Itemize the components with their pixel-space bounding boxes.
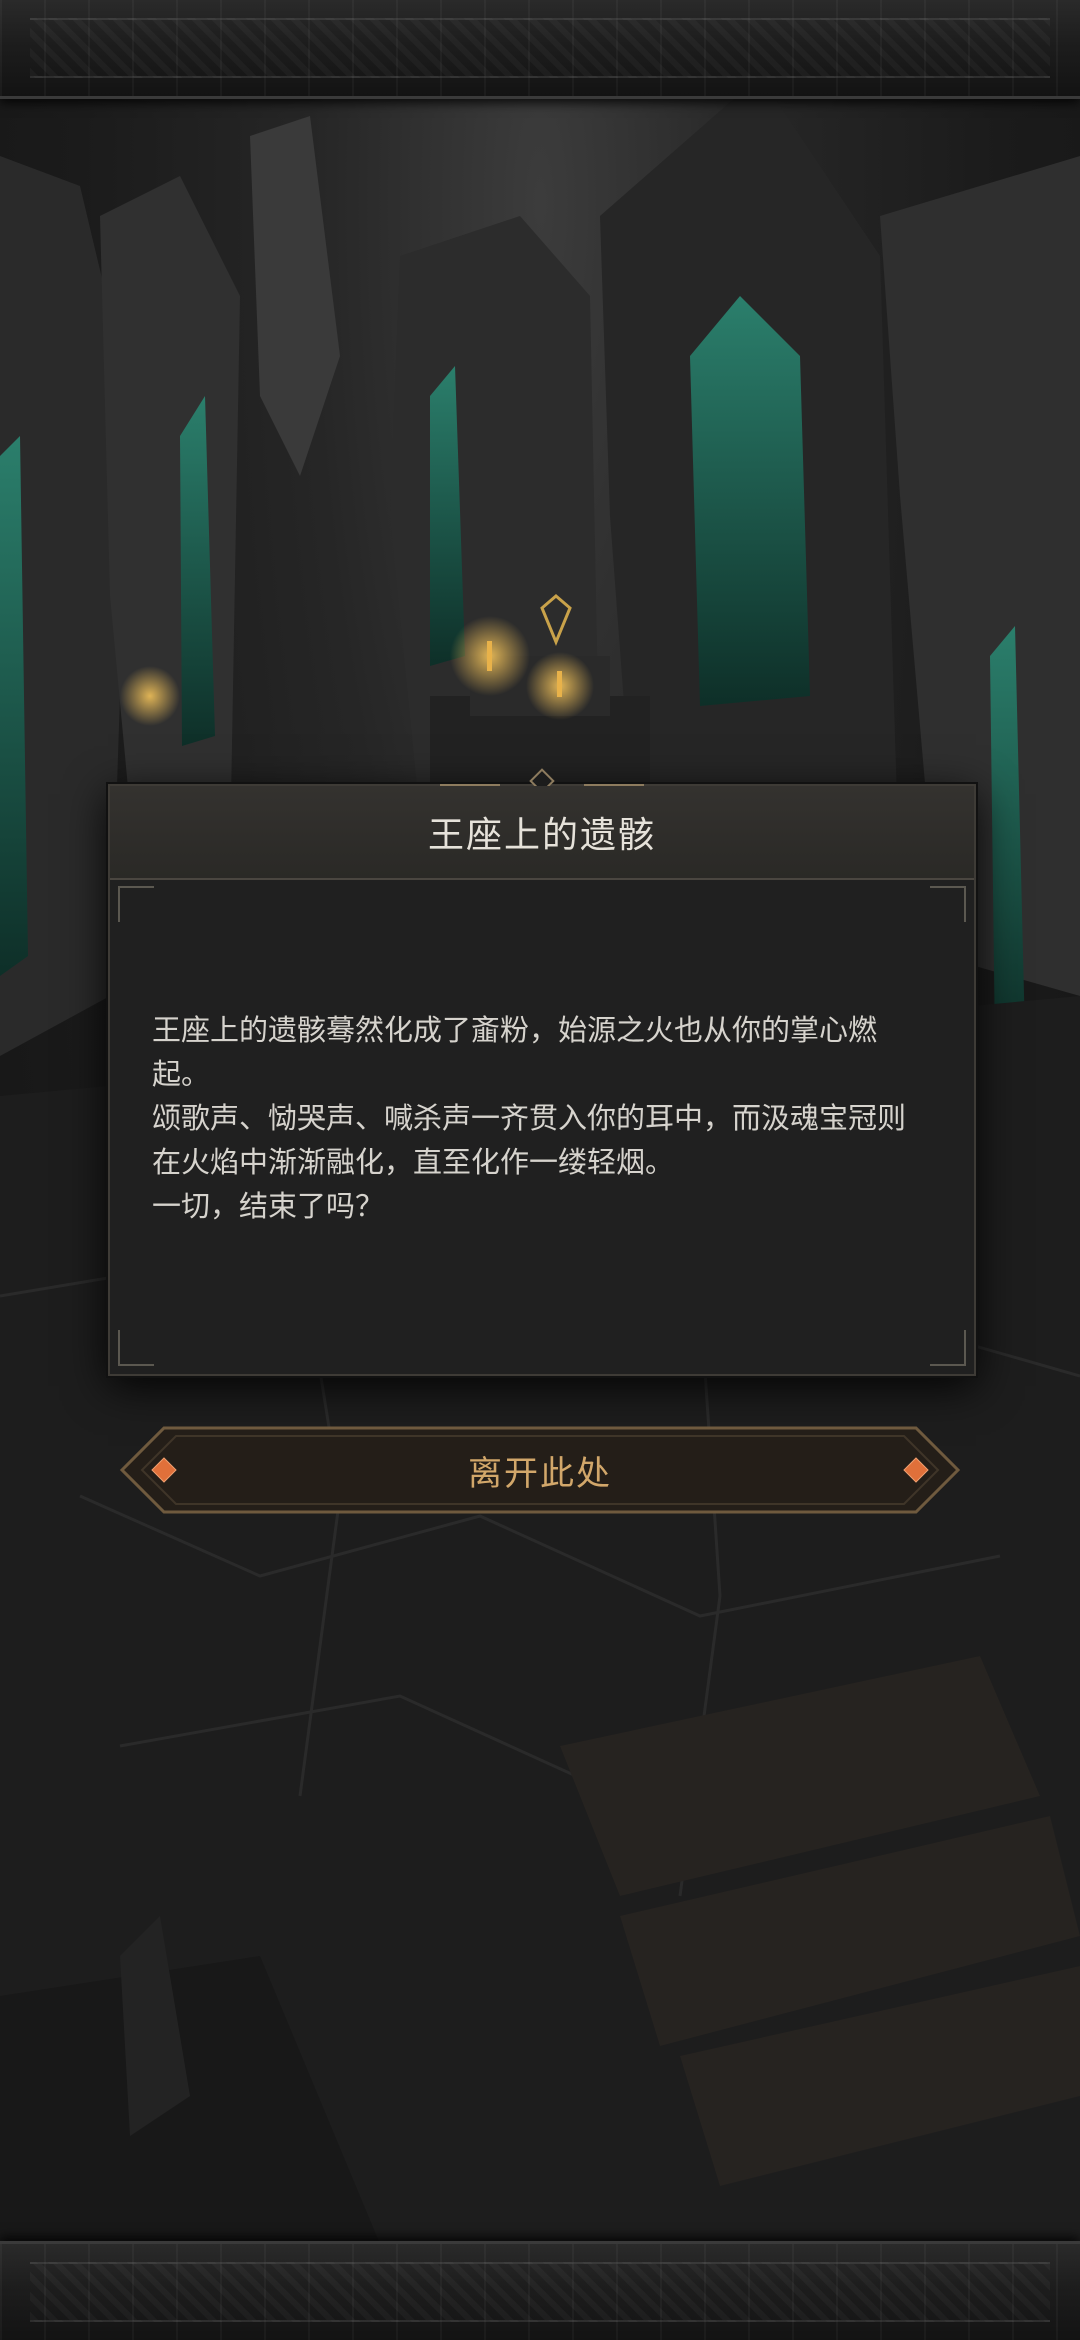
corner-ornament-bottom-left xyxy=(118,1330,154,1366)
story-paragraph-3: 一切，结束了吗？ xyxy=(152,1189,385,1223)
corner-ornament-top-right xyxy=(930,886,966,922)
story-paragraph-2: 颂歌声、恸哭声、喊杀声一齐贯入你的耳中，而汲魂宝冠则在火焰中渐渐融化，直至化作一… xyxy=(152,1101,907,1179)
dialog-body-text: 王座上的遗骸蓦然化成了齑粉，始源之火也从你的掌心燃起。 颂歌声、恸哭声、喊杀声一… xyxy=(152,1008,932,1228)
corner-ornament-top-left xyxy=(118,886,154,922)
rock-shard xyxy=(250,116,340,476)
leave-button[interactable]: 离开此处 xyxy=(118,1424,962,1516)
game-screen: 王座上的遗骸 王座上的遗骸蓦然化成了齑粉，始源之火也从你的掌心燃起。 颂歌声、恸… xyxy=(0,0,1080,2340)
dialog-header: 王座上的遗骸 xyxy=(110,786,974,880)
bottom-frame-ornament xyxy=(30,2262,1050,2322)
candle-2 xyxy=(557,671,562,697)
dialog-title: 王座上的遗骸 xyxy=(427,815,656,856)
story-paragraph-1: 王座上的遗骸蓦然化成了齑粉，始源之火也从你的掌心燃起。 xyxy=(152,1013,878,1091)
leave-button-label: 离开此处 xyxy=(468,1453,612,1494)
teal-crystal-large xyxy=(690,296,810,706)
corner-ornament-bottom-right xyxy=(930,1330,966,1366)
candle-1 xyxy=(487,641,492,671)
event-dialog: 王座上的遗骸 王座上的遗骸蓦然化成了齑粉，始源之火也从你的掌心燃起。 颂歌声、恸… xyxy=(108,768,976,1376)
candle-glow-3 xyxy=(120,666,180,726)
bottom-ornate-frame xyxy=(0,2241,1080,2340)
top-ornate-frame xyxy=(0,0,1080,99)
top-frame-ornament xyxy=(30,18,1050,78)
